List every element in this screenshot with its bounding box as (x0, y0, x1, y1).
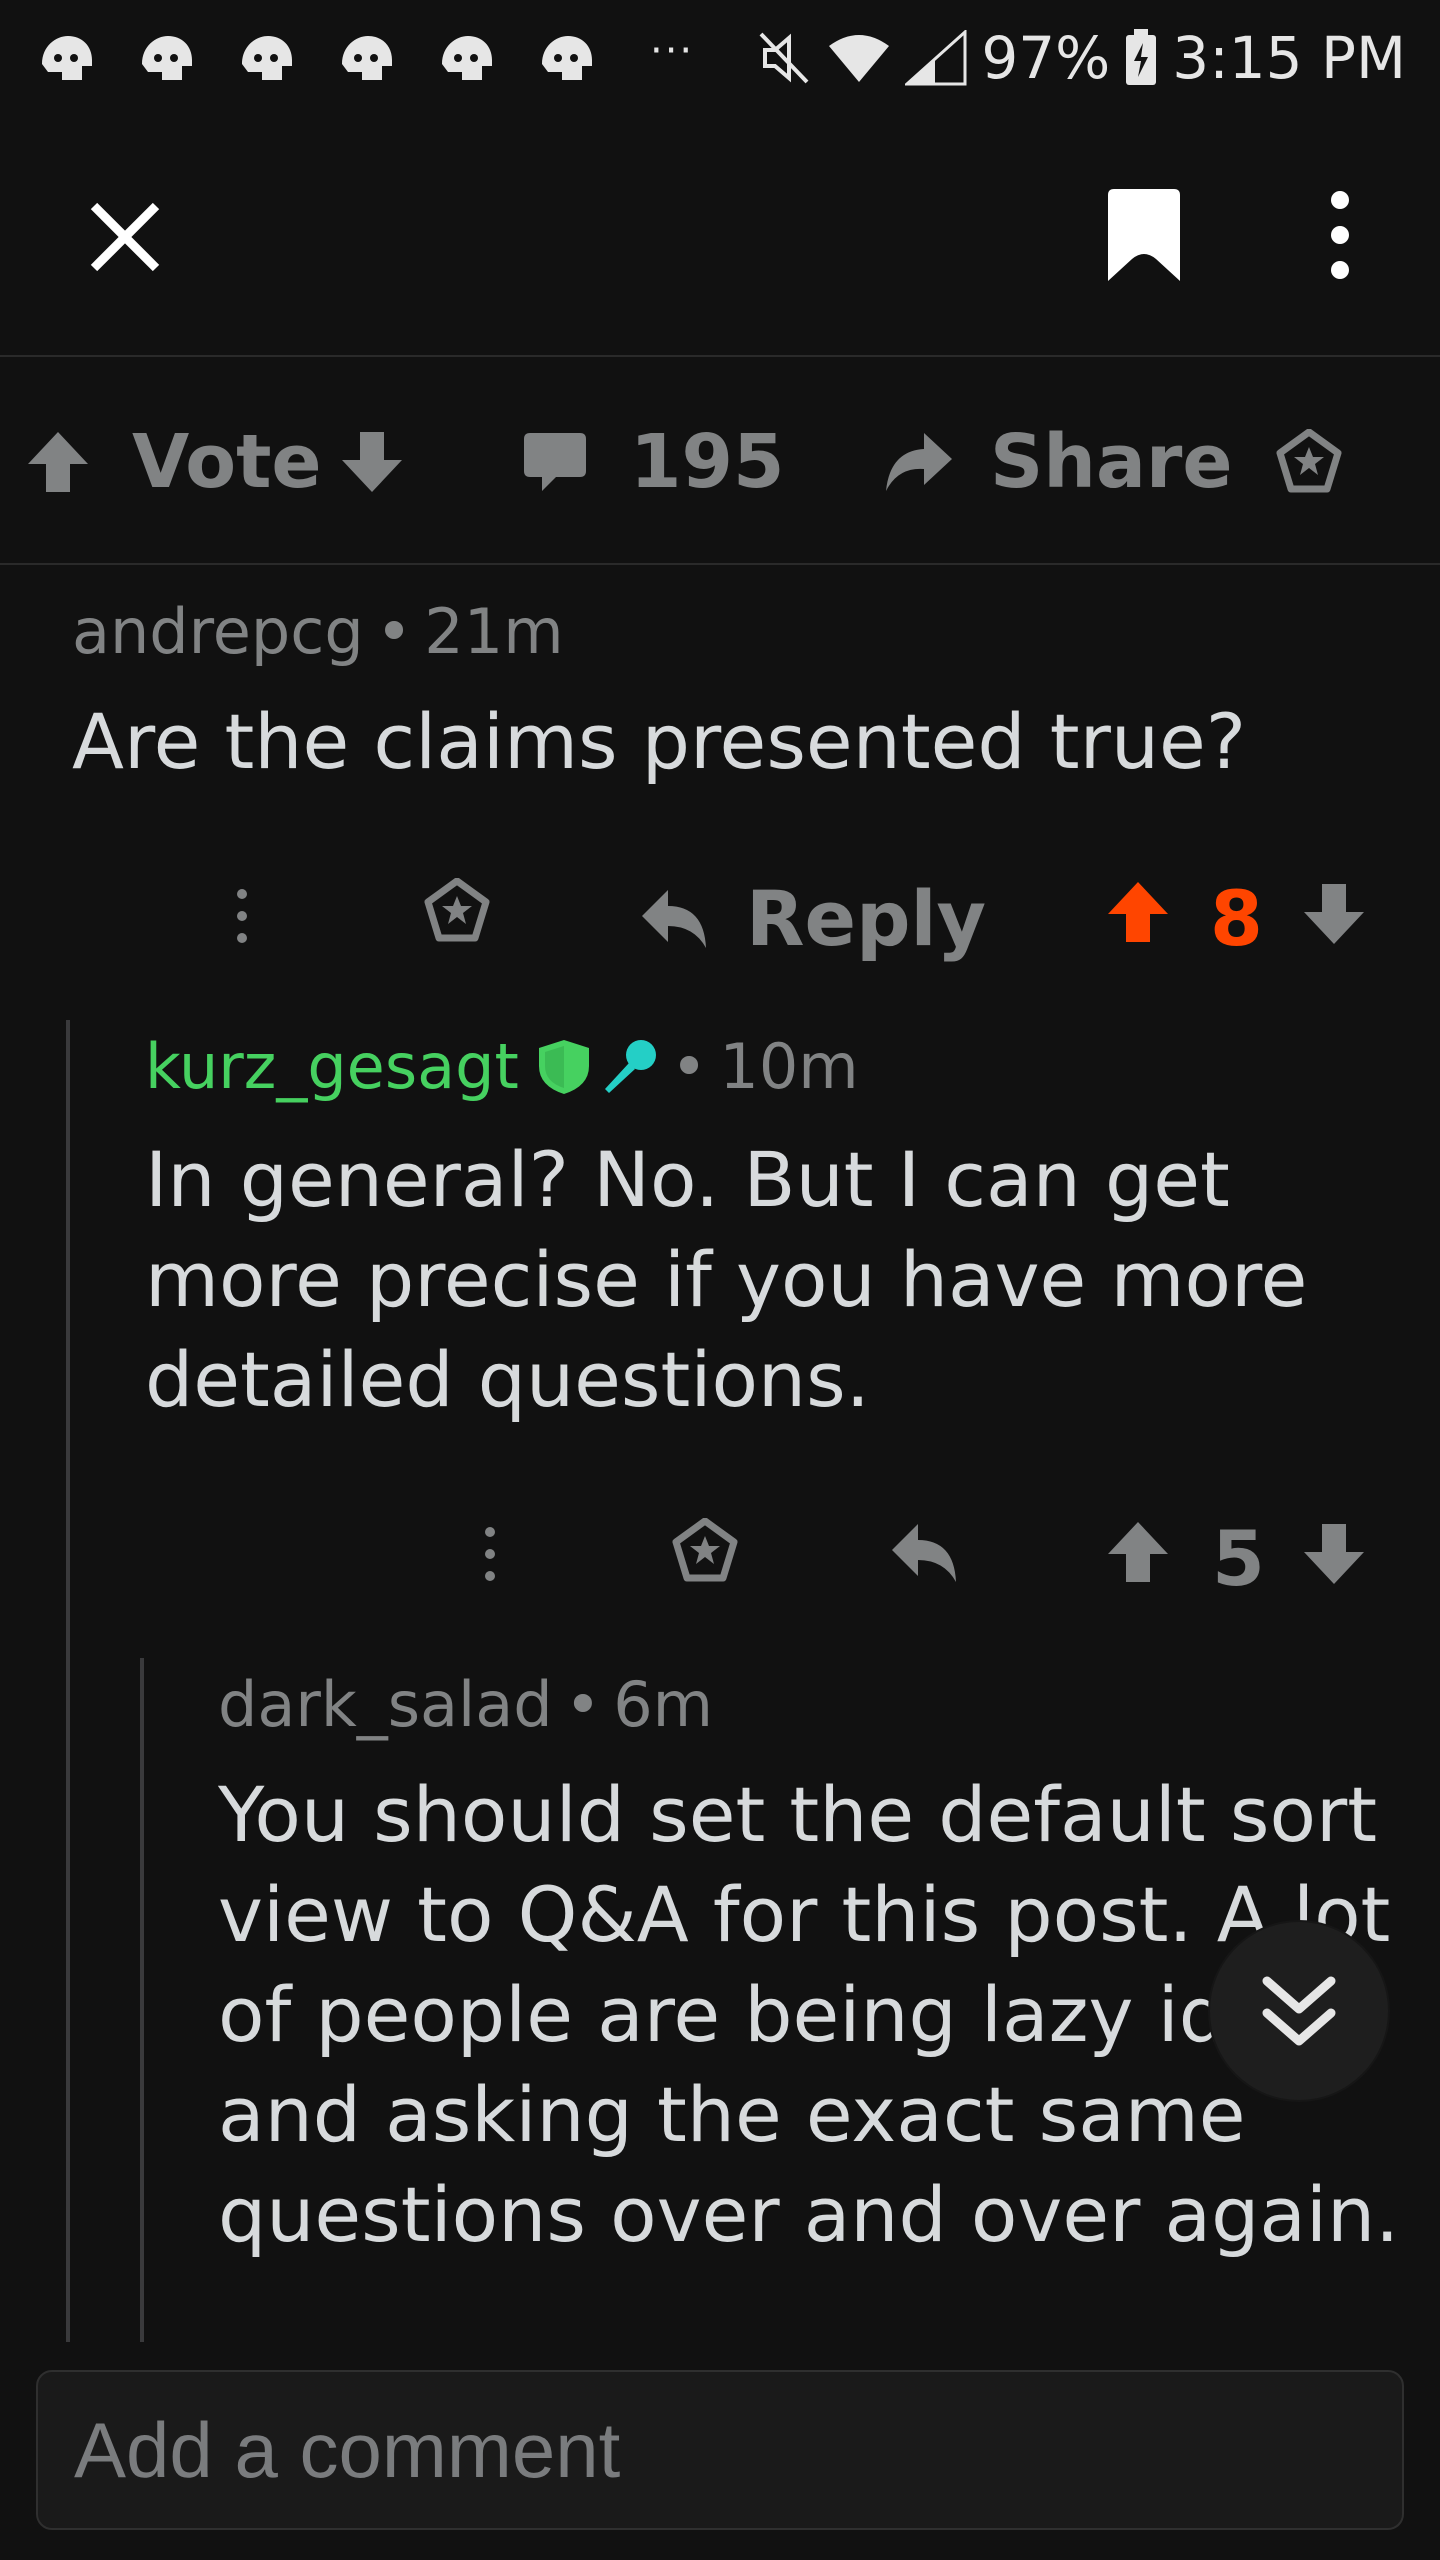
downvote-arrow-icon (1304, 1524, 1364, 1584)
reply-button[interactable]: Reply (640, 874, 986, 963)
save-button[interactable] (1102, 187, 1186, 283)
clock: 3:15 PM (1172, 23, 1406, 92)
award-button[interactable] (1276, 417, 1342, 507)
moderator-shield-icon (538, 1039, 589, 1094)
comment-age: 6m (613, 1668, 714, 1741)
comment-body: In general? No. But I can get more preci… (145, 1135, 1308, 1424)
share-button[interactable] (880, 417, 954, 507)
more-vertical-icon (1331, 191, 1349, 279)
next-comment-button[interactable] (1210, 1922, 1388, 2100)
reply-arrow-icon (892, 1524, 956, 1582)
reddit-notification-icon (234, 30, 298, 86)
upvote-arrow-icon (1108, 1522, 1168, 1582)
comments-button[interactable] (522, 417, 588, 507)
close-button[interactable] (88, 200, 162, 274)
add-comment-input[interactable] (74, 2404, 1402, 2496)
more-notifications-indicator: ··· (650, 27, 695, 74)
more-vertical-icon (237, 889, 247, 943)
reddit-notification-icon (434, 30, 498, 86)
award-icon (424, 878, 490, 942)
reddit-notification-icon (34, 30, 98, 86)
thread-line[interactable] (66, 1020, 70, 2342)
status-bar: ··· 97% 3:15 PM (0, 0, 1440, 115)
comment-actions: Reply 8 (0, 868, 1440, 963)
award-icon (1276, 429, 1342, 493)
ama-microphone-icon (604, 1039, 656, 1093)
reddit-notification-icon (534, 30, 598, 86)
battery-percent: 97% (981, 23, 1111, 92)
comment-upvote-button[interactable] (1106, 878, 1170, 946)
close-icon (90, 202, 160, 272)
comment-meta: kurz_gesagt • 10m (145, 1030, 859, 1103)
wifi-icon (827, 32, 891, 84)
comment-age: 10m (719, 1030, 859, 1103)
downvote-arrow-icon (342, 432, 402, 492)
post-upvote-button[interactable] (26, 417, 90, 507)
share-arrow-icon (886, 433, 952, 491)
comment-bubble-icon (524, 433, 586, 491)
double-chevron-down-icon (1262, 1976, 1336, 2046)
notification-icons (34, 30, 598, 86)
comment-award-button[interactable] (672, 1518, 738, 1584)
comment-upvote-button[interactable] (1106, 1518, 1170, 1586)
post-downvote-button[interactable] (340, 417, 404, 507)
reply-button[interactable] (890, 1520, 960, 1586)
comment-actions: 5 (0, 1506, 1440, 1603)
comment-age: 21m (424, 595, 564, 668)
reddit-notification-icon (334, 30, 398, 86)
post-action-bar: Vote 195 Share (0, 357, 1440, 565)
award-icon (672, 1518, 738, 1582)
comment-more-button[interactable] (480, 1526, 500, 1582)
comment-score: 5 (1212, 1514, 1265, 1603)
comment-score: 8 (1210, 874, 1263, 963)
more-vertical-icon (485, 1527, 495, 1581)
upvote-arrow-icon (1108, 882, 1168, 942)
upvote-arrow-icon (28, 432, 88, 492)
comment-meta: dark_salad • 6m (218, 1668, 713, 1741)
reply-arrow-icon (642, 889, 706, 948)
comment-author[interactable]: dark_salad (218, 1668, 553, 1741)
share-label: Share (990, 419, 1233, 505)
comment-downvote-button[interactable] (1302, 880, 1366, 948)
thread-line[interactable] (140, 1658, 144, 2342)
downvote-arrow-icon (1304, 884, 1364, 944)
comment-author[interactable]: kurz_gesagt (145, 1030, 519, 1103)
signal-icon (905, 29, 967, 86)
comment-downvote-button[interactable] (1302, 1520, 1366, 1588)
mute-icon (757, 30, 813, 86)
meta-separator: • (670, 1030, 708, 1103)
top-toolbar (0, 115, 1440, 357)
comment-input-container[interactable] (36, 2370, 1404, 2530)
reply-label: Reply (746, 874, 987, 963)
comment-body: Are the claims presented true? (72, 697, 1247, 786)
comment-award-button[interactable] (424, 878, 490, 944)
reddit-notification-icon (134, 30, 198, 86)
battery-charging-icon (1124, 28, 1158, 87)
bookmark-icon (1108, 189, 1180, 281)
meta-separator: • (564, 1668, 602, 1741)
overflow-menu-button[interactable] (1318, 190, 1362, 280)
comment-more-button[interactable] (232, 888, 252, 944)
vote-label: Vote (132, 419, 322, 505)
comment-meta: andrepcg • 21m (72, 595, 564, 668)
comment-author[interactable]: andrepcg (72, 595, 364, 668)
comment-count: 195 (630, 419, 785, 505)
meta-separator: • (375, 595, 413, 668)
